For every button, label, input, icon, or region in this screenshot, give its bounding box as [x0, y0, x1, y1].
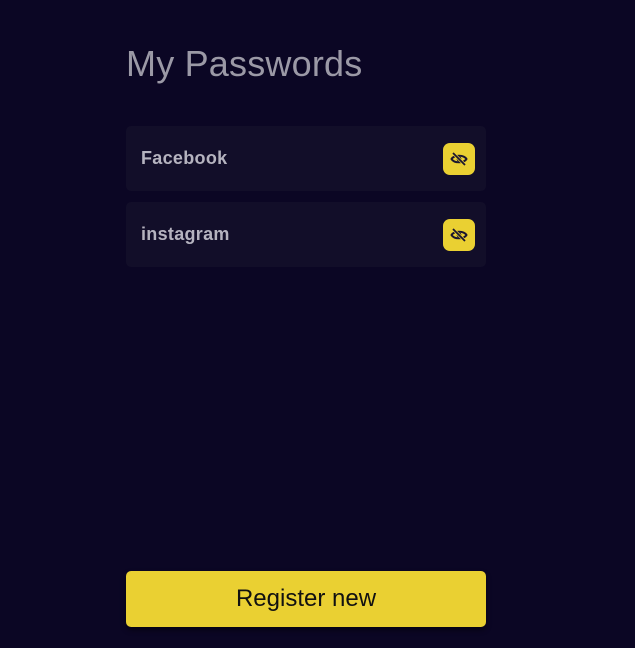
page-title: My Passwords [126, 43, 363, 84]
password-item-label: Facebook [141, 148, 228, 168]
eye-slash-icon [450, 227, 468, 242]
password-item-facebook[interactable]: Facebook [126, 126, 486, 191]
register-new-button[interactable]: Register new [126, 571, 486, 627]
password-list: Facebook instagram [126, 126, 486, 267]
password-item-label: instagram [141, 224, 230, 244]
password-item-instagram[interactable]: instagram [126, 202, 486, 267]
toggle-visibility-button[interactable] [443, 142, 475, 175]
eye-slash-icon [450, 151, 468, 166]
toggle-visibility-button[interactable] [443, 218, 475, 251]
